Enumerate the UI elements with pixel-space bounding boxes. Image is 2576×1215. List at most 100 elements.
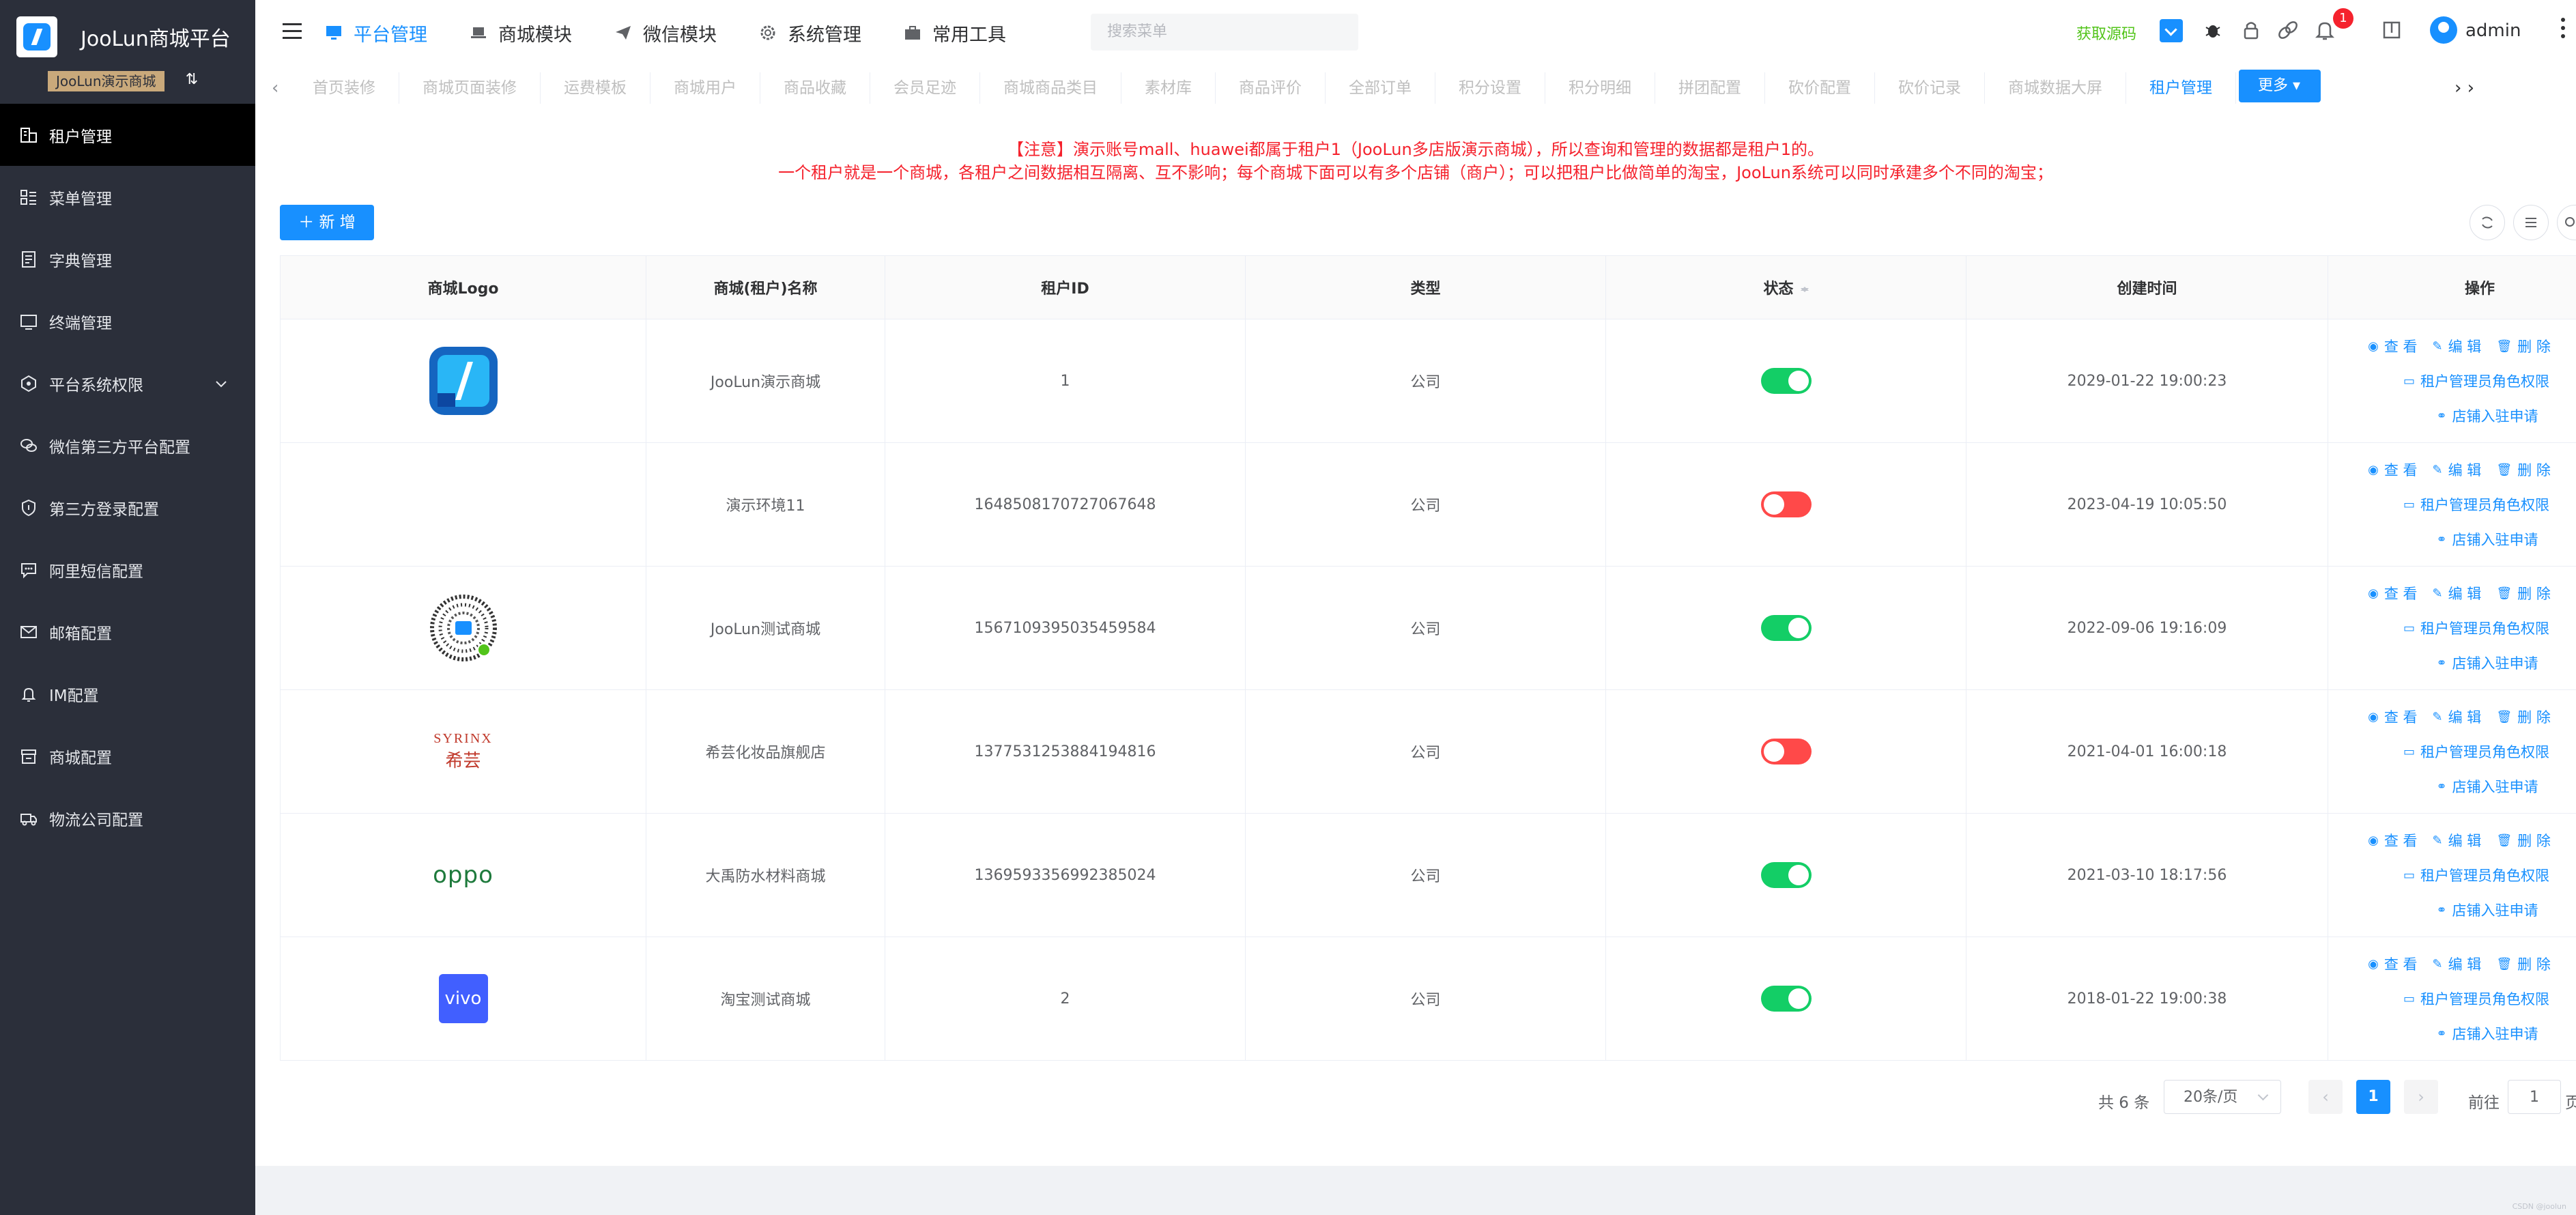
sidebar-item-logistics[interactable]: 物流公司配置 <box>0 787 255 849</box>
status-toggle[interactable] <box>1760 986 1812 1012</box>
switch-tenant-icon[interactable]: ⇅ <box>183 71 201 89</box>
column-settings-button[interactable] <box>2513 205 2549 240</box>
delete-button[interactable]: 🗑 删 除 <box>2496 453 2551 487</box>
hamburger-icon[interactable] <box>283 23 302 40</box>
delete-button[interactable]: 🗑 删 除 <box>2496 577 2551 611</box>
view-button[interactable]: ◉ 查 看 <box>2368 700 2417 734</box>
dropdown-toggle-button[interactable] <box>2160 19 2183 42</box>
link-icon: ⚭ <box>2436 408 2447 423</box>
sidebar-item-third-login[interactable]: 第三方登录配置 <box>0 476 255 539</box>
page-number-current[interactable]: 1 <box>2356 1080 2390 1114</box>
delete-button[interactable]: 🗑 删 除 <box>2496 947 2551 982</box>
tab-page-decor[interactable]: 商城页面装修 <box>399 72 541 104</box>
avatar[interactable] <box>2430 16 2457 44</box>
sort-icon[interactable] <box>1800 283 1809 296</box>
edit-button[interactable]: ✎ 编 辑 <box>2433 824 2482 858</box>
tab-users[interactable]: 商城用户 <box>650 72 760 104</box>
tab-freight[interactable]: 运费模板 <box>541 72 650 104</box>
edit-button[interactable]: ✎ 编 辑 <box>2433 453 2482 487</box>
shop-apply-button[interactable]: ⚭ 店铺入驻申请 <box>2436 1017 2538 1051</box>
tab-points-setting[interactable]: 积分设置 <box>1435 72 1545 104</box>
sidebar-item-mail[interactable]: 邮箱配置 <box>0 601 255 663</box>
tab-reviews[interactable]: 商品评价 <box>1216 72 1326 104</box>
role-permission-button[interactable]: ▭ 租户管理员角色权限 <box>2403 488 2549 522</box>
tab-bargain-setting[interactable]: 砍价配置 <box>1765 72 1875 104</box>
sidebar-item-permission[interactable]: 平台系统权限 <box>0 352 255 414</box>
topnav-system[interactable]: 系统管理 <box>758 20 861 46</box>
tab-home-decor[interactable]: 首页装修 <box>289 72 399 104</box>
tab-bargain-record[interactable]: 砍价记录 <box>1875 72 1985 104</box>
edit-button[interactable]: ✎ 编 辑 <box>2433 330 2482 364</box>
tab-orders[interactable]: 全部订单 <box>1326 72 1435 104</box>
tab-points-detail[interactable]: 积分明细 <box>1545 72 1655 104</box>
sidebar-item-wechat[interactable]: 微信第三方平台配置 <box>0 414 255 476</box>
shop-apply-button[interactable]: ⚭ 店铺入驻申请 <box>2436 523 2538 557</box>
view-button[interactable]: ◉ 查 看 <box>2368 824 2417 858</box>
search-toggle-button[interactable] <box>2557 205 2576 240</box>
link-icon[interactable] <box>2276 18 2300 42</box>
sidebar-item-tenant[interactable]: 租户管理 <box>0 104 255 166</box>
view-button[interactable]: ◉ 查 看 <box>2368 453 2417 487</box>
tab-tenant[interactable]: 租户管理 <box>2126 72 2236 104</box>
page-size-select[interactable]: 20条/页 <box>2164 1080 2281 1114</box>
status-toggle[interactable] <box>1760 862 1812 888</box>
tab-categories[interactable]: 商城商品类目 <box>980 72 1121 104</box>
caret-down-icon: ▾ <box>2293 77 2301 94</box>
shop-apply-button[interactable]: ⚭ 店铺入驻申请 <box>2436 894 2538 928</box>
edit-button[interactable]: ✎ 编 辑 <box>2433 577 2482 611</box>
topnav-tools[interactable]: 常用工具 <box>902 20 1006 46</box>
delete-button[interactable]: 🗑 删 除 <box>2496 824 2551 858</box>
shop-apply-button[interactable]: ⚭ 店铺入驻申请 <box>2436 399 2538 433</box>
shop-apply-button[interactable]: ⚭ 店铺入驻申请 <box>2436 770 2538 804</box>
delete-button[interactable]: 🗑 删 除 <box>2496 700 2551 734</box>
sidebar-item-sms[interactable]: 阿里短信配置 <box>0 539 255 601</box>
sidebar-item-im[interactable]: IM配置 <box>0 663 255 725</box>
edit-button[interactable]: ✎ 编 辑 <box>2433 947 2482 982</box>
sidebar-item-shop[interactable]: 商城配置 <box>0 725 255 787</box>
view-button[interactable]: ◉ 查 看 <box>2368 947 2417 982</box>
view-button[interactable]: ◉ 查 看 <box>2368 330 2417 364</box>
delete-button[interactable]: 🗑 删 除 <box>2496 330 2551 364</box>
refresh-button[interactable] <box>2470 205 2505 240</box>
role-permission-button[interactable]: ▭ 租户管理员角色权限 <box>2403 364 2549 399</box>
more-vertical-icon[interactable] <box>2561 18 2565 45</box>
shop-apply-button[interactable]: ⚭ 店铺入驻申请 <box>2436 646 2538 681</box>
next-page-button[interactable]: › <box>2404 1080 2438 1114</box>
topnav-platform[interactable]: 平台管理 <box>324 20 427 46</box>
status-toggle[interactable] <box>1760 615 1812 641</box>
sidebar-item-dictionary[interactable]: 字典管理 <box>0 228 255 290</box>
more-tabs-button[interactable]: 更多 ▾ <box>2239 70 2321 102</box>
role-permission-button[interactable]: ▭ 租户管理员角色权限 <box>2403 982 2549 1016</box>
sidebar-item-terminal[interactable]: 终端管理 <box>0 290 255 352</box>
status-toggle[interactable] <box>1760 368 1812 394</box>
tab-materials[interactable]: 素材库 <box>1121 72 1216 104</box>
bug-icon[interactable] <box>2201 18 2225 42</box>
tab-groupon[interactable]: 拼团配置 <box>1655 72 1765 104</box>
topnav-mall[interactable]: 商城模块 <box>468 20 572 46</box>
menu-search-input[interactable]: 搜索菜单 <box>1091 14 1358 51</box>
prev-page-button[interactable]: ‹ <box>2308 1080 2343 1114</box>
topnav-wechat[interactable]: 微信模块 <box>613 20 717 46</box>
tab-favorites[interactable]: 商品收藏 <box>760 72 870 104</box>
tab-data-screen[interactable]: 商城数据大屏 <box>1985 72 2126 104</box>
get-source-link[interactable]: 获取源码 <box>2076 22 2136 44</box>
user-name[interactable]: admin <box>2465 20 2521 41</box>
chevron-right-icon[interactable]: › › <box>2455 78 2474 98</box>
role-permission-button[interactable]: ▭ 租户管理员角色权限 <box>2403 859 2549 893</box>
role-permission-button[interactable]: ▭ 租户管理员角色权限 <box>2403 735 2549 769</box>
goto-tail: 页 <box>2565 1094 2576 1112</box>
add-button[interactable]: ＋ 新 增 <box>280 205 374 240</box>
lock-icon[interactable] <box>2239 18 2263 42</box>
view-button[interactable]: ◉ 查 看 <box>2368 577 2417 611</box>
role-permission-button[interactable]: ▭ 租户管理员角色权限 <box>2403 612 2549 646</box>
tab-footprint[interactable]: 会员足迹 <box>870 72 980 104</box>
status-toggle[interactable] <box>1760 491 1812 517</box>
edit-button[interactable]: ✎ 编 辑 <box>2433 700 2482 734</box>
status-toggle[interactable] <box>1760 739 1812 764</box>
sidebar-item-menu[interactable]: 菜单管理 <box>0 166 255 228</box>
book-icon[interactable] <box>2379 18 2404 42</box>
chevron-left-icon[interactable]: ‹ <box>272 78 278 98</box>
column-header-status[interactable]: 状态 <box>1605 255 1966 319</box>
goto-page-input[interactable]: 1 <box>2508 1080 2561 1114</box>
truck-icon <box>18 807 40 829</box>
